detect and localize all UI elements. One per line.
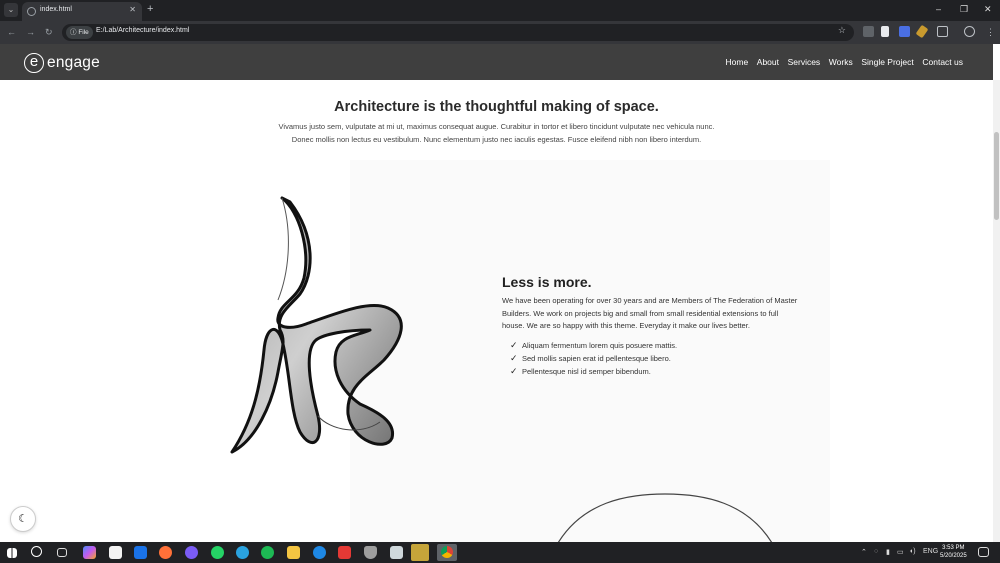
nav-contact-us[interactable]: Contact us [922,57,963,67]
feature-bullet: ✓ Sed mollis sapien erat id pellentesque … [510,353,671,364]
app-icon[interactable] [338,546,351,559]
chrome-icon [441,546,453,558]
microphone-icon[interactable]: ▮ [886,548,890,556]
main-nav: Home About Services Works Single Project… [726,57,964,67]
feature-text-line-3: house. We are so happy with this theme. … [502,321,750,330]
dark-mode-moon-icon[interactable]: ☾ [10,506,36,532]
nav-works[interactable]: Works [829,57,853,67]
clock-time: 3:53 PM [942,545,965,551]
scrollbar-thumb[interactable] [994,132,999,220]
browser-tab[interactable]: index.html ✕ [22,2,142,21]
checkmark-icon: ✓ [510,340,518,350]
url-text[interactable]: E:/Lab/Architecture/index.html [96,27,189,34]
logo-circle-letter: e [24,53,44,73]
extension-icon[interactable] [863,26,874,37]
circle-outline-image [558,493,772,542]
task-view-icon[interactable] [57,548,67,557]
minimize-icon[interactable]: – [936,3,941,15]
url-scheme-label: File [78,29,89,36]
feature-bullet-text: Aliquam fermentum lorem quis posuere mat… [522,341,678,350]
site-header: e engage Home About Services Works Singl… [0,44,993,80]
active-app-icon[interactable] [411,544,429,561]
tab-title: index.html [40,6,72,13]
logo-text: engage [47,54,100,71]
shield-app-icon[interactable] [364,546,377,559]
feature-bullet: ✓ Pellentesque nisl id semper bibendum. [510,366,651,377]
hero-title: Architecture is the thoughtful making of… [334,99,659,115]
whatsapp-icon[interactable] [211,546,224,559]
notes-extension-icon[interactable] [881,26,889,37]
firefox-icon[interactable] [159,546,172,559]
messenger-icon[interactable] [185,546,198,559]
hero-text-line-2: Donec mollis non lectus eu vestibulum. N… [291,135,702,144]
spotify-icon[interactable] [261,546,274,559]
pen-extension-icon[interactable] [915,24,929,39]
outlook-icon[interactable] [134,546,147,559]
copilot-icon[interactable] [83,546,96,559]
browser-tabbar: ⌄ index.html ✕ + – ❐ ✕ [0,0,1000,21]
telegram-icon[interactable] [236,546,249,559]
site-info-chip[interactable]: ⓘ File [66,26,93,39]
clock-date: 5/20/2025 [940,553,967,559]
nav-single-project[interactable]: Single Project [861,57,913,67]
profile-icon[interactable] [964,26,975,37]
feature-bullet: ✓ Aliquam fermentum lorem quis posuere ma… [510,340,677,351]
page-content: Architecture is the thoughtful making of… [0,80,993,542]
restore-icon[interactable]: ❐ [960,3,968,15]
file-explorer-icon[interactable] [287,546,300,559]
nav-about[interactable]: About [757,57,779,67]
globe-icon [27,7,36,16]
chrome-taskbar-button[interactable] [437,544,457,561]
feature-text-line-2: Builders. We work on projects big and sm… [502,309,779,318]
search-icon[interactable] [31,546,42,557]
volume-icon[interactable]: ◖) [909,548,916,555]
feature-title: Less is more. [502,274,592,290]
feature-background [350,160,830,542]
tray-status-icon[interactable]: ○ [874,548,878,555]
language-indicator[interactable]: ENG [923,548,938,555]
ribbon-chair-image [230,196,403,454]
windows-start-icon[interactable] [7,548,17,558]
notifications-icon[interactable] [978,547,989,557]
browser-toolbar: ← → ↻ ⓘ File E:/Lab/Architecture/index.h… [0,21,1000,44]
tray-chevron-icon[interactable]: ⌃ [861,548,867,556]
checkmark-icon: ✓ [510,366,518,376]
edge-icon[interactable] [313,546,326,559]
extensions-puzzle-icon[interactable] [937,26,948,37]
nav-home[interactable]: Home [726,57,749,67]
close-tab-icon[interactable]: ✕ [129,5,136,14]
address-bar[interactable]: ⓘ File E:/Lab/Architecture/index.html ☆ [62,24,854,41]
os-taskbar: ⌃ ○ ▮ ▭ ◖) ENG 3:53 PM 5/20/2025 [0,542,1000,563]
forward-arrow-icon[interactable]: → [26,26,35,38]
feature-text-line-1: We have been operating for over 30 years… [502,296,798,305]
feature-bullet-text: Pellentesque nisl id semper bibendum. [522,367,651,376]
translate-extension-icon[interactable] [899,26,910,37]
nav-services[interactable]: Services [788,57,821,67]
new-tab-plus-icon[interactable]: + [147,3,153,15]
app-icon[interactable] [390,546,403,559]
reload-icon[interactable]: ↻ [45,26,53,38]
tab-search-chevron-icon[interactable]: ⌄ [4,3,18,17]
hero-text-line-1: Vivamus justo sem, vulputate at mi ut, m… [278,122,715,131]
feature-bullet-text: Sed mollis sapien erat id pellentesque l… [522,354,671,363]
site-logo[interactable]: e engage [24,52,100,74]
store-icon[interactable] [109,546,122,559]
bookmark-star-icon[interactable]: ☆ [838,25,846,36]
kebab-menu-icon[interactable]: ⋮ [986,26,995,38]
checkmark-icon: ✓ [510,353,518,363]
network-icon[interactable]: ▭ [897,548,904,556]
window-close-icon[interactable]: ✕ [984,3,992,15]
system-clock[interactable]: 3:53 PM 5/20/2025 [940,544,967,560]
page-scrollbar[interactable] [993,80,1000,542]
back-arrow-icon[interactable]: ← [7,26,16,38]
